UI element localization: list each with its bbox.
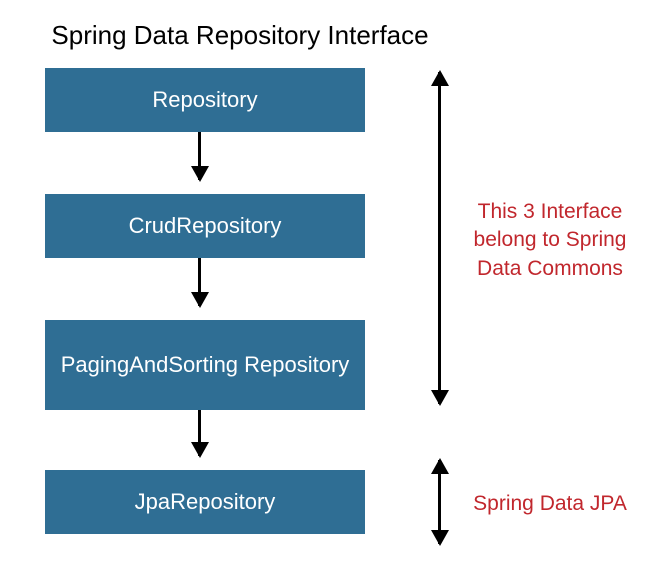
box-jpa-repository: JpaRepository [45, 470, 365, 534]
annotation-jpa: Spring Data JPA [460, 490, 640, 518]
box-paging-sorting-repository: PagingAndSorting Repository [45, 320, 365, 410]
box-crud-repository: CrudRepository [45, 194, 365, 258]
bracket-commons-icon [438, 72, 441, 404]
diagram-title: Spring Data Repository Interface [0, 20, 480, 51]
box-repository: Repository [45, 68, 365, 132]
arrow-down-icon [198, 258, 201, 306]
annotation-commons: This 3 Interface belong to Spring Data C… [460, 198, 640, 283]
bracket-jpa-icon [438, 460, 441, 544]
arrow-down-icon [198, 410, 201, 456]
arrow-down-icon [198, 132, 201, 180]
